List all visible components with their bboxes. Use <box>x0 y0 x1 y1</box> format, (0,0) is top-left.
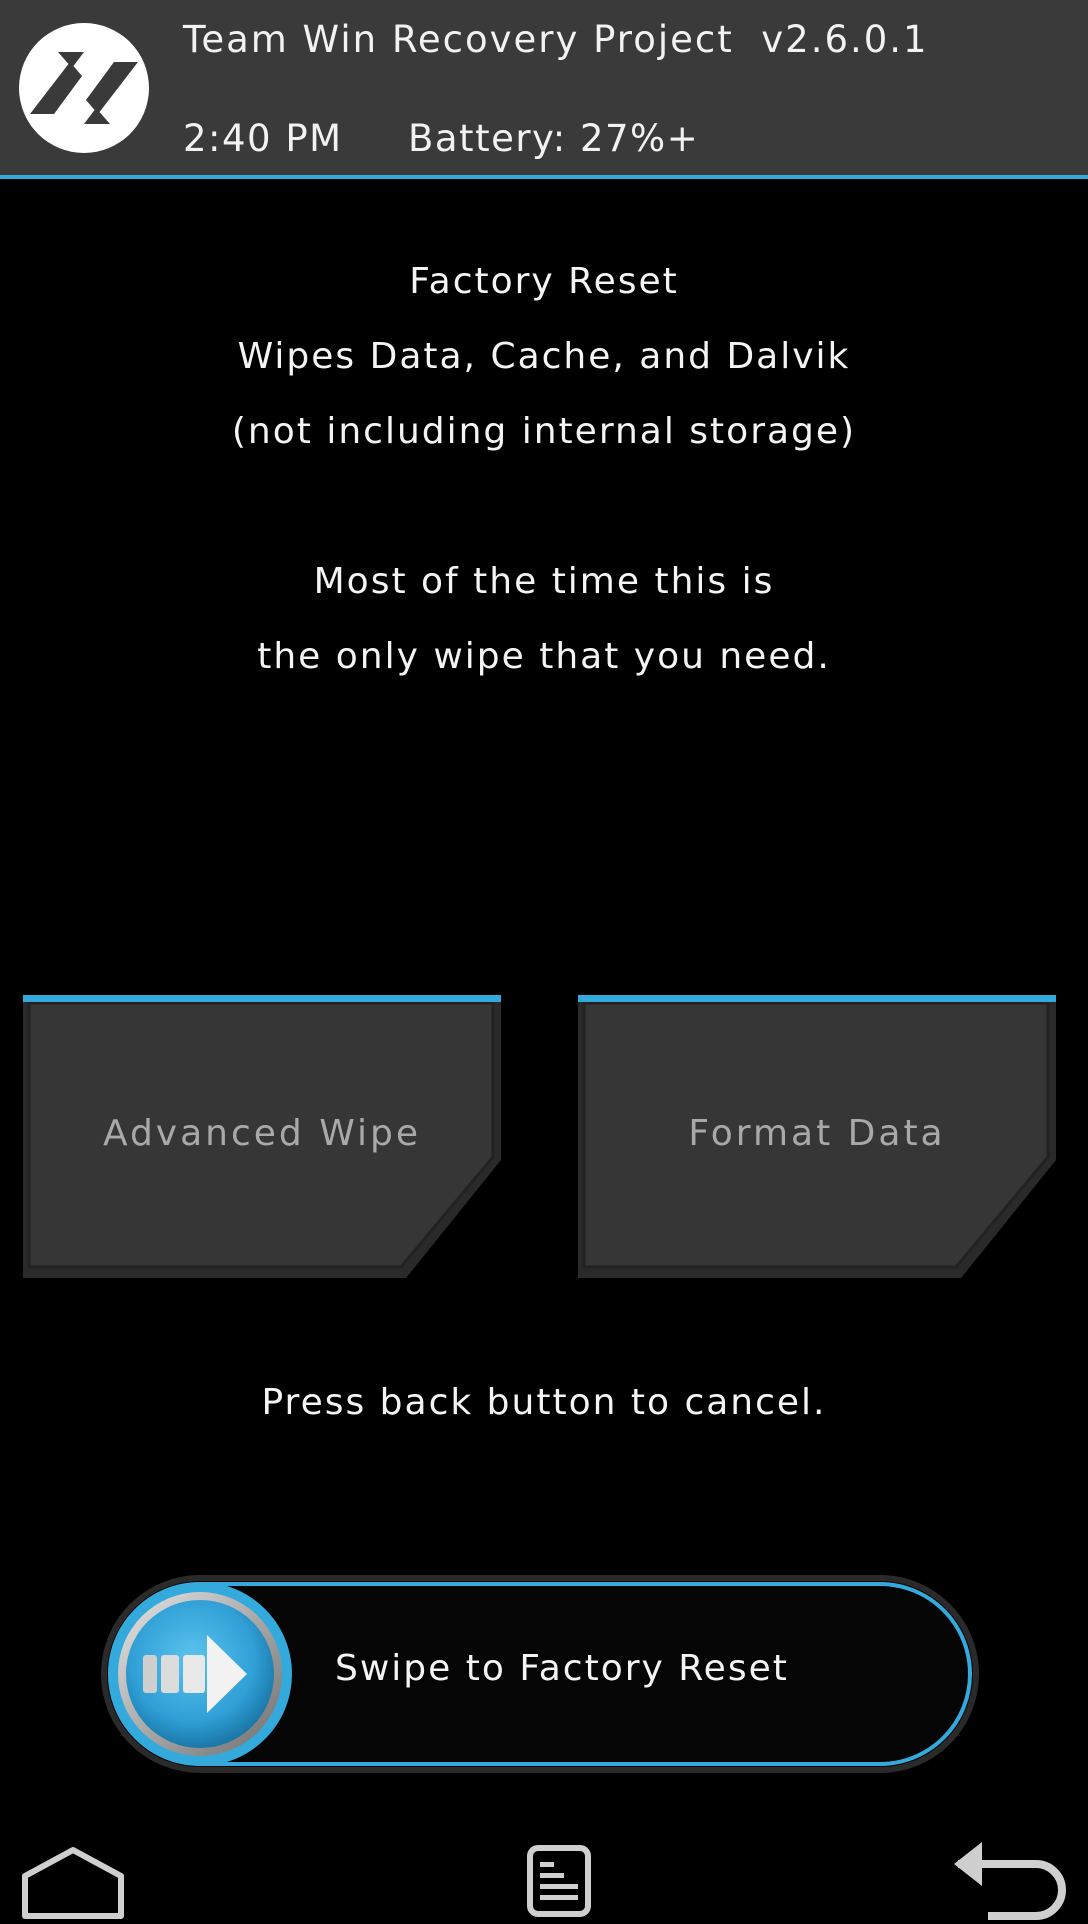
description-line: Wipes Data, Cache, and Dalvik <box>237 336 851 377</box>
home-button[interactable] <box>20 1846 126 1920</box>
bottom-navbar <box>0 1830 1088 1920</box>
clock-time: 2:40 PM <box>183 117 343 160</box>
back-arrow-icon <box>954 1842 1066 1920</box>
swipe-slider[interactable]: Swipe to Factory Reset <box>100 1574 980 1774</box>
format-data-button[interactable]: Format Data <box>578 995 1056 1280</box>
twrp-logo-icon <box>18 22 150 154</box>
cancel-hint: Press back button to cancel. <box>261 1382 827 1423</box>
back-button[interactable] <box>948 1838 1068 1920</box>
console-icon <box>527 1845 591 1917</box>
app-title: Team Win Recovery Project v2.6.0.1 <box>183 18 929 61</box>
advanced-wipe-button[interactable]: Advanced Wipe <box>23 995 501 1280</box>
arrow-right-icon <box>108 1582 292 1766</box>
home-icon <box>22 1847 124 1919</box>
header-bar: Team Win Recovery Project v2.6.0.1 2:40 … <box>0 0 1088 179</box>
advanced-wipe-label: Advanced Wipe <box>102 1113 422 1154</box>
format-data-label: Format Data <box>688 1113 946 1154</box>
description-line: (not including internal storage) <box>231 411 857 452</box>
description-line: the only wipe that you need. <box>257 636 831 677</box>
slider-handle[interactable] <box>105 1579 295 1769</box>
page-title: Factory Reset <box>409 261 679 302</box>
battery-status: Battery: 27%+ <box>408 117 700 160</box>
console-button[interactable] <box>526 1842 592 1920</box>
description-line: Most of the time this is <box>313 561 775 602</box>
slider-label: Swipe to Factory Reset <box>335 1648 789 1689</box>
